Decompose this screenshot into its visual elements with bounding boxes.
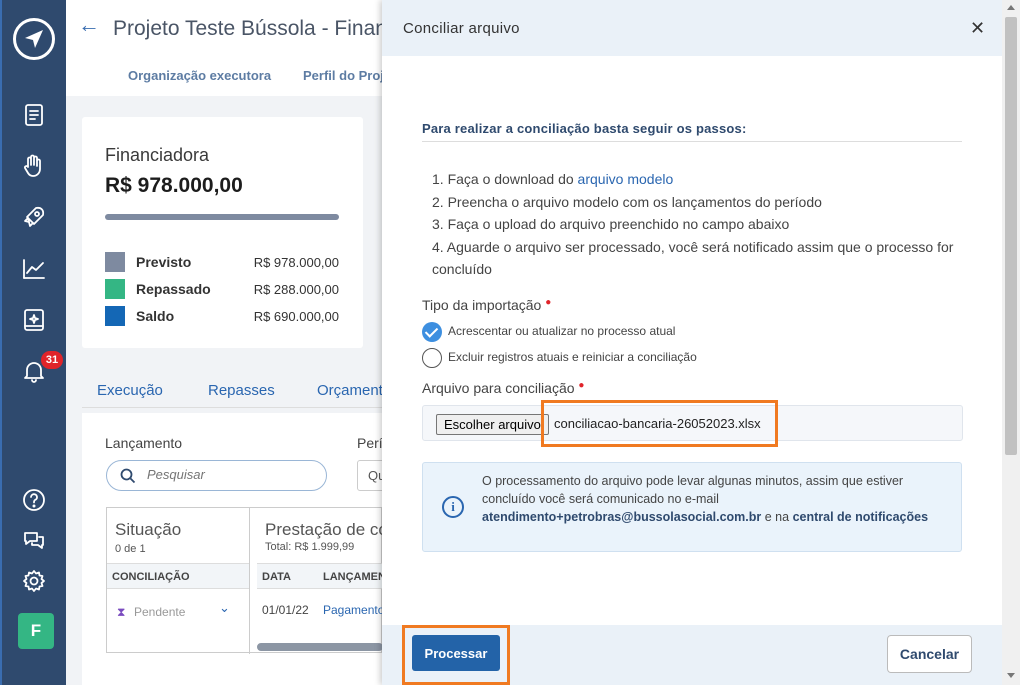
horizontal-scrollbar[interactable] bbox=[257, 643, 383, 651]
lancamentos-table: Situação 0 de 1 CONCILIAÇÃO ⧗ Pendente ⌄… bbox=[106, 507, 383, 654]
lancamento-col-label: LANÇAMENTO bbox=[323, 571, 383, 583]
process-highlight-box bbox=[402, 625, 510, 685]
steps-list: 1. Faça o download do arquivo modelo 2. … bbox=[432, 168, 962, 281]
search-icon bbox=[119, 467, 137, 485]
chat-icon[interactable] bbox=[21, 527, 47, 553]
notification-badge: 31 bbox=[41, 351, 63, 369]
prestacao-col-header: DATA LANÇAMENTO bbox=[257, 563, 383, 589]
legend-label: Repassado bbox=[136, 281, 211, 297]
help-icon[interactable] bbox=[21, 487, 47, 513]
tab-orcamento[interactable]: Orçamento bbox=[317, 382, 391, 399]
vertical-scrollbar[interactable] bbox=[1002, 0, 1020, 685]
import-type-label-text: Tipo da importação bbox=[422, 297, 542, 313]
legend-swatch bbox=[105, 252, 125, 272]
sidebar: 31 F bbox=[0, 0, 66, 685]
conciliacao-status: Pendente bbox=[134, 605, 186, 619]
search-input[interactable] bbox=[147, 467, 317, 482]
conciliacao-col-label: CONCILIAÇÃO bbox=[112, 571, 190, 583]
rocket-icon[interactable] bbox=[21, 204, 47, 230]
legend-repassado: Repassado R$ 288.000,00 bbox=[105, 279, 339, 299]
row-date: 01/01/22 bbox=[262, 603, 309, 617]
back-arrow-icon[interactable]: ← bbox=[78, 12, 100, 38]
choose-file-button[interactable]: Escolher arquivo bbox=[436, 414, 549, 435]
instructions-title: Para realizar a conciliação basta seguir… bbox=[422, 121, 747, 136]
scroll-down-icon[interactable] bbox=[1007, 673, 1015, 678]
modal-footer: Processar Cancelar bbox=[382, 625, 1002, 685]
step-1: 1. Faça o download do arquivo modelo bbox=[432, 168, 962, 191]
close-icon[interactable]: ✕ bbox=[970, 18, 985, 39]
file-label-text: Arquivo para conciliação bbox=[422, 380, 575, 396]
cancel-button[interactable]: Cancelar bbox=[887, 635, 972, 673]
modal-title: Conciliar arquivo bbox=[403, 20, 520, 37]
legend-value: R$ 288.000,00 bbox=[253, 282, 339, 297]
radio-acrescentar[interactable] bbox=[422, 322, 442, 342]
periodo-label: Período bbox=[357, 435, 382, 451]
legend-swatch bbox=[105, 306, 125, 326]
import-type-label: Tipo da importação ● bbox=[422, 297, 551, 313]
legend-previsto: Previsto R$ 978.000,00 bbox=[105, 252, 339, 272]
step-1-text: 1. Faça o download do bbox=[432, 171, 578, 187]
chevron-down-icon[interactable]: ⌄ bbox=[219, 600, 230, 616]
financiadora-card: Financiadora R$ 978.000,00 Previsto R$ 9… bbox=[82, 117, 363, 348]
document-icon[interactable] bbox=[21, 102, 47, 128]
required-asterisk: ● bbox=[545, 297, 552, 308]
legend-swatch bbox=[105, 279, 125, 299]
info-text-1: O processamento do arquivo pode levar al… bbox=[482, 474, 904, 506]
info-text-2: e na bbox=[761, 510, 793, 524]
radio-acrescentar-label[interactable]: Acrescentar ou atualizar no processo atu… bbox=[448, 324, 675, 338]
search-field[interactable] bbox=[106, 460, 327, 491]
chart-line-icon[interactable] bbox=[21, 256, 47, 282]
legend-value: R$ 978.000,00 bbox=[253, 255, 339, 270]
step-2: 2. Preencha o arquivo modelo com os lanç… bbox=[432, 193, 822, 210]
prestacao-column: Prestação de contas Total: R$ 1.999,99 D… bbox=[257, 508, 383, 654]
required-asterisk: ● bbox=[578, 380, 585, 391]
situacao-col-header: CONCILIAÇÃO bbox=[107, 563, 249, 589]
modal-header: Conciliar arquivo ✕ bbox=[382, 0, 1002, 56]
subnav-organizacao-executora[interactable]: Organização executora bbox=[128, 68, 271, 83]
settings-gear-icon[interactable] bbox=[21, 568, 47, 594]
user-avatar[interactable]: F bbox=[18, 613, 54, 649]
hand-heart-icon[interactable] bbox=[21, 153, 47, 179]
file-highlight-box bbox=[541, 400, 778, 447]
row-lancamento-link[interactable]: Pagamento bbox=[323, 603, 383, 617]
tab-repasses[interactable]: Repasses bbox=[208, 382, 275, 399]
step-3: 3. Faça o upload do arquivo preenchido n… bbox=[432, 216, 790, 232]
scroll-up-icon[interactable] bbox=[1007, 5, 1015, 10]
support-email: atendimento+petrobras@bussolasocial.com.… bbox=[482, 510, 762, 524]
situacao-column: Situação 0 de 1 CONCILIAÇÃO ⧗ Pendente ⌄ bbox=[107, 508, 250, 654]
info-icon: i bbox=[442, 496, 464, 518]
conciliar-arquivo-modal: Conciliar arquivo ✕ Para realizar a conc… bbox=[382, 0, 1002, 685]
compass-logo-icon[interactable] bbox=[13, 18, 55, 60]
arquivo-modelo-link[interactable]: arquivo modelo bbox=[578, 171, 674, 187]
execucao-panel: Lançamento Período Qualquer Situação 0 d… bbox=[82, 413, 387, 685]
book-sparkle-icon[interactable] bbox=[21, 307, 47, 333]
card-progress-bar bbox=[105, 214, 339, 220]
divider bbox=[422, 141, 962, 142]
radio-excluir-label[interactable]: Excluir registros atuais e reiniciar a c… bbox=[448, 350, 697, 364]
file-label: Arquivo para conciliação ● bbox=[422, 380, 584, 396]
situacao-header: Situação bbox=[115, 520, 182, 539]
legend-label: Previsto bbox=[136, 254, 192, 270]
data-col-label: DATA bbox=[262, 571, 291, 583]
legend-value: R$ 690.000,00 bbox=[253, 309, 339, 324]
card-amount: R$ 978.000,00 bbox=[105, 174, 243, 197]
notifications-center-link[interactable]: central de notificações bbox=[793, 510, 928, 524]
lancamento-label: Lançamento bbox=[105, 435, 183, 451]
legend-label: Saldo bbox=[136, 308, 175, 324]
step-4: 4. Aguarde o arquivo ser processado, voc… bbox=[432, 238, 954, 278]
legend-saldo: Saldo R$ 690.000,00 bbox=[105, 306, 339, 326]
page-tabs: Execução Repasses Orçamento bbox=[82, 370, 391, 408]
tab-execucao[interactable]: Execução bbox=[97, 382, 163, 399]
card-title: Financiadora bbox=[105, 145, 210, 165]
info-box: i O processamento do arquivo pode levar … bbox=[422, 462, 962, 552]
scroll-thumb[interactable] bbox=[1005, 17, 1017, 455]
prestacao-header: Prestação de contas bbox=[265, 520, 383, 539]
info-text: O processamento do arquivo pode levar al… bbox=[482, 472, 952, 526]
prestacao-total: Total: R$ 1.999,99 bbox=[265, 541, 355, 553]
situacao-count: 0 de 1 bbox=[115, 543, 146, 555]
radio-excluir[interactable] bbox=[422, 348, 442, 368]
hourglass-icon: ⧗ bbox=[117, 605, 126, 619]
